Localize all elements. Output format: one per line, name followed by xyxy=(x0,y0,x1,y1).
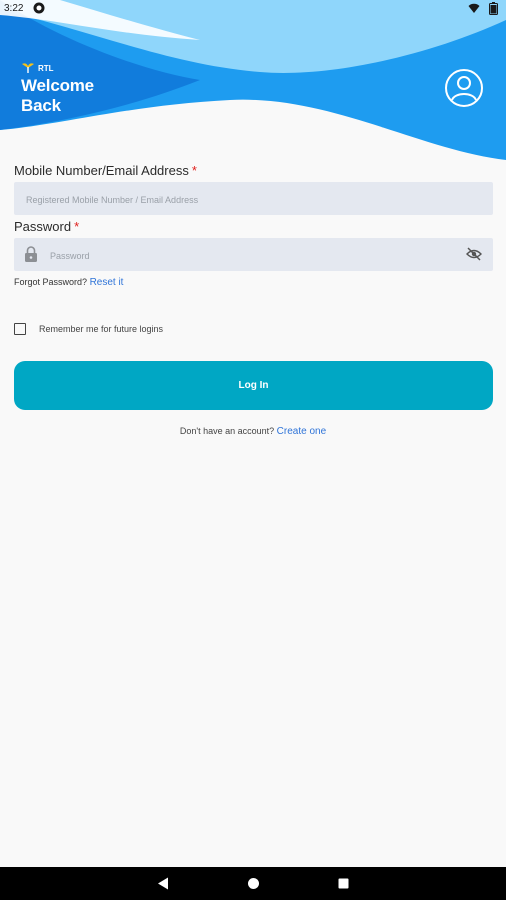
create-account-link[interactable]: Create one xyxy=(277,426,326,437)
status-bar: 3:22 xyxy=(0,0,506,18)
login-button[interactable]: Log In xyxy=(14,361,493,410)
password-input[interactable] xyxy=(48,238,457,273)
status-time: 3:22 xyxy=(4,3,24,14)
profile-icon[interactable] xyxy=(444,68,484,108)
brand-block: RTL Welcome Back xyxy=(21,62,121,116)
reset-password-link[interactable]: Reset it xyxy=(90,277,124,288)
mobile-email-input[interactable] xyxy=(24,182,488,217)
forgot-password-row: Forgot Password? Reset it xyxy=(14,277,123,288)
brand-mark-icon xyxy=(22,63,34,73)
required-mark: * xyxy=(74,219,80,234)
back-icon[interactable] xyxy=(157,877,169,890)
app-notification-icon xyxy=(33,2,45,14)
page-title: Welcome Back xyxy=(21,76,94,115)
system-navigation-bar xyxy=(0,867,506,900)
remember-me-checkbox[interactable] xyxy=(14,323,26,335)
brand-text: RTL xyxy=(38,63,54,73)
battery-icon xyxy=(489,2,498,15)
wifi-icon xyxy=(468,3,480,13)
password-field-container xyxy=(14,238,493,273)
signup-row: Don't have an account? Create one xyxy=(0,426,506,437)
brand-logo: RTL xyxy=(21,62,121,74)
home-icon[interactable] xyxy=(247,877,260,890)
signup-text: Don't have an account? xyxy=(179,426,275,436)
recents-icon[interactable] xyxy=(338,878,349,889)
remember-me-row: Remember me for future logins xyxy=(14,323,163,335)
remember-me-label: Remember me for future logins xyxy=(39,324,164,334)
eye-off-icon[interactable] xyxy=(466,247,482,261)
lock-icon xyxy=(25,246,37,262)
password-field-label: Password * xyxy=(14,219,79,234)
password-field-label-text: Password xyxy=(14,219,72,234)
forgot-password-text: Forgot Password? xyxy=(14,277,88,287)
login-field-container xyxy=(14,182,493,217)
